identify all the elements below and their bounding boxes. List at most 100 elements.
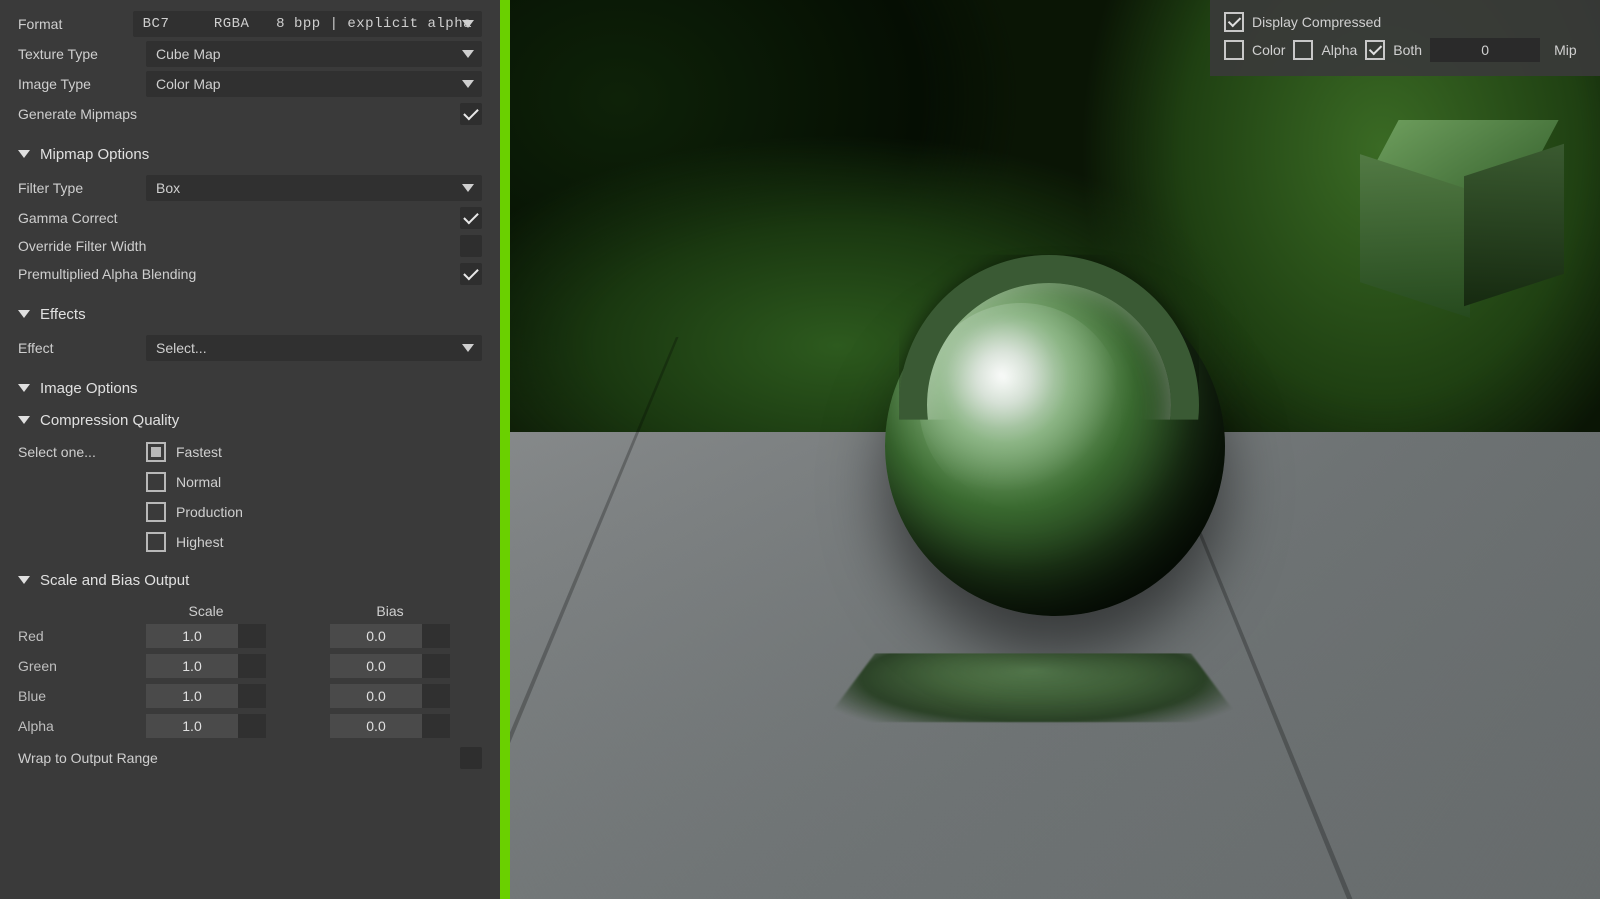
select-one-label: Select one... [18,440,146,460]
mip-input[interactable]: 0 [1430,38,1540,62]
viewport-overlay: Display Compressed Color Alpha Both 0 Mi… [1210,0,1600,76]
format-value: BC7 RGBA 8 bpp | explicit alpha [143,16,472,32]
texture-type-dropdown[interactable]: Cube Map [146,41,482,67]
both-label: Both [1393,42,1422,58]
compression-quality-header[interactable]: Compression Quality [18,408,482,432]
scale-slider[interactable] [238,654,266,678]
scale-input[interactable]: 1.0 [146,624,238,648]
bias-input[interactable]: 0.0 [330,624,422,648]
filter-type-dropdown[interactable]: Box [146,175,482,201]
scale-bias-header[interactable]: Scale and Bias Output [18,568,482,592]
chevron-down-icon [18,576,30,584]
section-title: Scale and Bias Output [40,572,189,589]
gamma-correct-label: Gamma Correct [18,210,460,226]
channel-row-green: Green1.0 0.0 [18,652,482,680]
bias-input[interactable]: 0.0 [330,684,422,708]
section-title: Effects [40,306,86,323]
premultiplied-alpha-checkbox[interactable] [460,263,482,285]
filter-type-label: Filter Type [18,180,146,196]
scale-slider[interactable] [238,624,266,648]
gamma-correct-checkbox[interactable] [460,207,482,229]
wrap-output-checkbox[interactable] [460,747,482,769]
channel-label: Green [18,658,146,674]
section-title: Image Options [40,380,138,397]
image-type-dropdown[interactable]: Color Map [146,71,482,97]
quality-radio-production[interactable]: Production [146,500,243,524]
chevron-down-icon [462,20,474,28]
effect-value: Select... [156,340,207,356]
radio-box [146,442,166,462]
override-filter-width-label: Override Filter Width [18,238,460,254]
section-title: Mipmap Options [40,146,149,163]
wrap-output-label: Wrap to Output Range [18,750,460,766]
scale-input[interactable]: 1.0 [146,654,238,678]
generate-mipmaps-label: Generate Mipmaps [18,106,460,122]
alpha-label: Alpha [1321,42,1357,58]
effect-label: Effect [18,340,146,356]
chevron-down-icon [18,384,30,392]
scale-input[interactable]: 1.0 [146,714,238,738]
radio-box [146,532,166,552]
display-compressed-label: Display Compressed [1252,14,1381,30]
channel-label: Alpha [18,718,146,734]
bias-slider[interactable] [422,654,450,678]
radio-label: Highest [176,534,223,550]
preview-cube [1360,120,1560,300]
filter-type-value: Box [156,180,180,196]
chevron-down-icon [462,80,474,88]
color-label: Color [1252,42,1285,58]
scale-header: Scale [146,603,266,619]
quality-radio-normal[interactable]: Normal [146,470,243,494]
chevron-down-icon [18,416,30,424]
chevron-down-icon [18,150,30,158]
image-type-value: Color Map [156,76,221,92]
color-checkbox[interactable] [1224,40,1244,60]
scale-input[interactable]: 1.0 [146,684,238,708]
properties-panel: Format BC7 RGBA 8 bpp | explicit alpha T… [0,0,500,899]
bias-input[interactable]: 0.0 [330,714,422,738]
scale-slider[interactable] [238,684,266,708]
radio-label: Production [176,504,243,520]
texture-type-value: Cube Map [156,46,221,62]
scale-slider[interactable] [238,714,266,738]
quality-radio-fastest[interactable]: Fastest [146,440,243,464]
generate-mipmaps-checkbox[interactable] [460,103,482,125]
format-dropdown[interactable]: BC7 RGBA 8 bpp | explicit alpha [133,11,482,37]
scene [510,0,1600,899]
chevron-down-icon [462,344,474,352]
effects-header[interactable]: Effects [18,302,482,326]
display-compressed-checkbox[interactable] [1224,12,1244,32]
radio-label: Fastest [176,444,222,460]
bias-slider[interactable] [422,684,450,708]
quality-radio-highest[interactable]: Highest [146,530,243,554]
mipmap-options-header[interactable]: Mipmap Options [18,142,482,166]
bias-header: Bias [330,603,450,619]
image-type-label: Image Type [18,76,146,92]
channel-row-red: Red1.0 0.0 [18,622,482,650]
preview-viewport[interactable]: Display Compressed Color Alpha Both 0 Mi… [510,0,1600,899]
mip-label: Mip [1554,42,1577,58]
channel-label: Red [18,628,146,644]
override-filter-width-checkbox[interactable] [460,235,482,257]
alpha-checkbox[interactable] [1293,40,1313,60]
texture-type-label: Texture Type [18,46,146,62]
both-checkbox[interactable] [1365,40,1385,60]
chevron-down-icon [18,310,30,318]
effect-dropdown[interactable]: Select... [146,335,482,361]
format-label: Format [18,16,133,32]
channel-label: Blue [18,688,146,704]
radio-box [146,502,166,522]
chevron-down-icon [462,184,474,192]
bias-slider[interactable] [422,714,450,738]
section-title: Compression Quality [40,412,179,429]
channel-row-alpha: Alpha1.0 0.0 [18,712,482,740]
premultiplied-alpha-label: Premultiplied Alpha Blending [18,266,460,282]
chevron-down-icon [462,50,474,58]
splitter-handle[interactable] [500,0,510,899]
radio-label: Normal [176,474,221,490]
bias-input[interactable]: 0.0 [330,654,422,678]
bias-slider[interactable] [422,624,450,648]
radio-box [146,472,166,492]
image-options-header[interactable]: Image Options [18,376,482,400]
channel-row-blue: Blue1.0 0.0 [18,682,482,710]
